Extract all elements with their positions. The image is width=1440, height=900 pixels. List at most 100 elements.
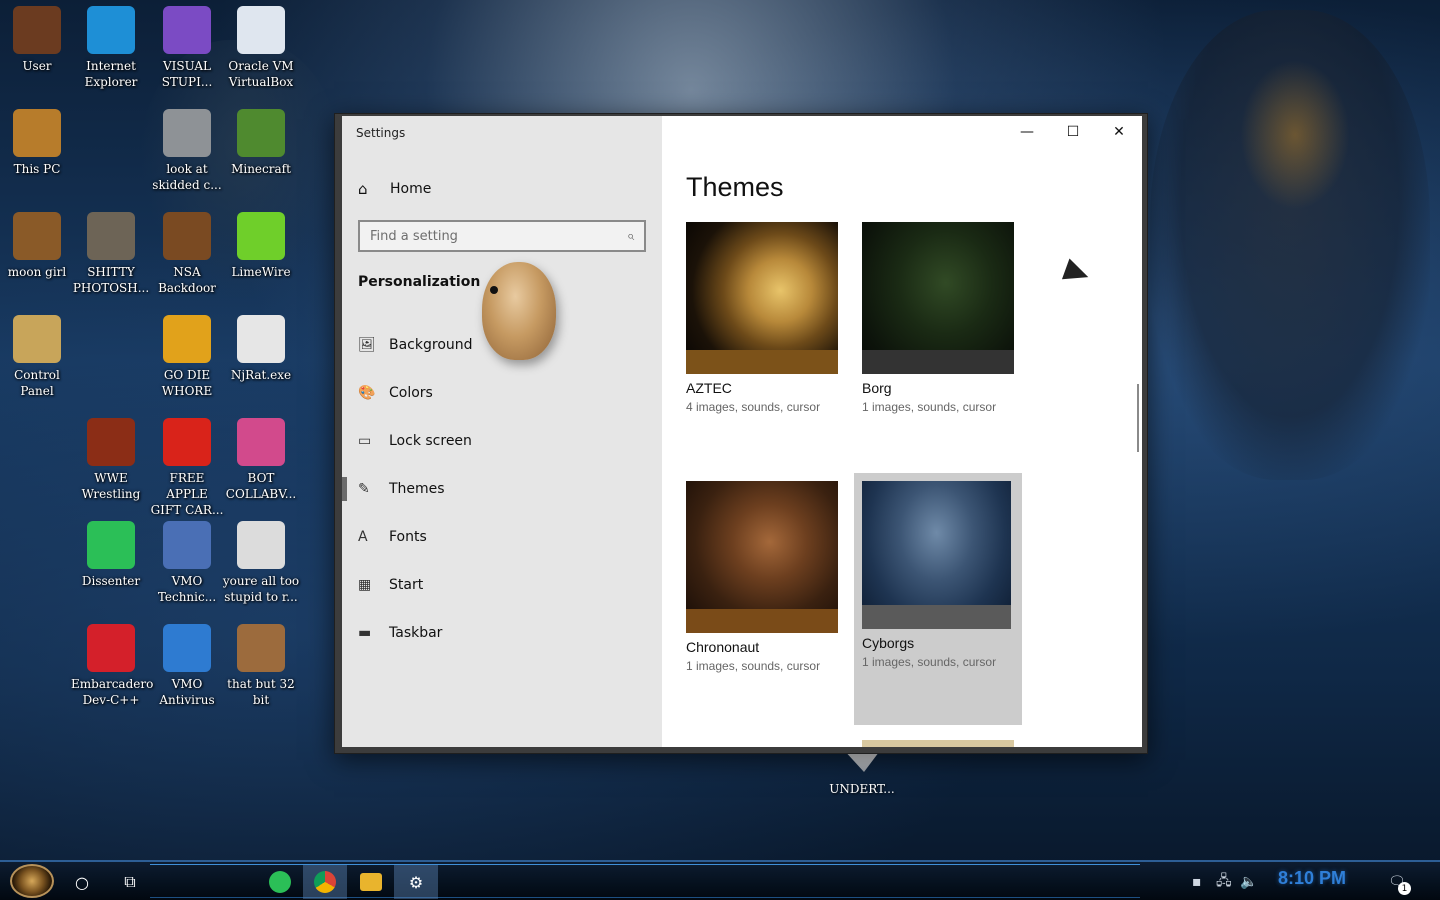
desktop-icon-apple-gift[interactable]: FREE APPLE GIFT CAR...: [147, 418, 227, 518]
network-icon[interactable]: 🖧: [1216, 870, 1240, 894]
desktop-icon-bot-collab[interactable]: BOT COLLABV...: [221, 418, 301, 502]
desktop-icon-youre-all[interactable]: youre all too stupid to r...: [221, 521, 301, 605]
limewire-icon: [237, 212, 285, 260]
desktop-icon-virtualbox[interactable]: Oracle VM VirtualBox: [221, 6, 301, 90]
desktop-icon-limewire[interactable]: LimeWire: [221, 212, 301, 280]
task-view-button[interactable]: ⧉: [108, 865, 152, 899]
desktop-icon-label: Embarcadero Dev-C++: [71, 677, 154, 707]
window-controls: — ☐ ✕: [1004, 116, 1142, 148]
taskbar-app-explorer[interactable]: [349, 865, 393, 899]
theme-thumbnail: [862, 222, 1014, 374]
clock[interactable]: 8:10 PM: [1278, 868, 1346, 889]
nav-item-lock-screen[interactable]: ▭ Lock screen: [342, 417, 662, 465]
desktop-icon-label: BOT COLLABV...: [225, 471, 297, 501]
desktop-icon-this-pc[interactable]: This PC: [0, 109, 77, 177]
doctor-icon: [163, 521, 211, 569]
desktop-icon-label: that but 32 bit: [227, 677, 295, 707]
theme-thumbnail: [686, 222, 838, 374]
desktop-icon-vmo-antivirus[interactable]: VMO Antivirus: [147, 624, 227, 708]
theme-card-aztec[interactable]: AZTEC 4 images, sounds, cursor: [686, 222, 854, 414]
search-input[interactable]: Find a setting ⌕: [358, 220, 646, 252]
desktop-icon-control-panel[interactable]: Control Panel: [0, 315, 77, 399]
settings-nav-list: 🖼 Background 🎨 Colors ▭ Lock screen ✎ Themes A Fo…: [342, 321, 662, 657]
taskbar-app-settings[interactable]: ⚙: [394, 865, 438, 899]
theme-name: AZTEC: [686, 380, 732, 396]
home-link[interactable]: ⌂ Home: [358, 180, 431, 198]
close-button[interactable]: ✕: [1096, 116, 1142, 148]
desktop-icon-minecraft[interactable]: Minecraft: [221, 109, 301, 177]
radio-icon: [87, 418, 135, 466]
desktop-icon-user[interactable]: User: [0, 6, 77, 74]
nav-item-colors[interactable]: 🎨 Colors: [342, 369, 662, 417]
desktop-icon-label: NSA Backdoor: [158, 265, 216, 295]
theme-name: Cyborgs: [862, 635, 915, 651]
scrollbar[interactable]: [1137, 384, 1139, 452]
system-tray: ▪ 🖧 🔈: [1192, 865, 1264, 899]
volume-muted-icon[interactable]: 🔈: [1240, 874, 1264, 890]
mouse-pointer-icon: [1061, 258, 1093, 288]
theme-card-partial[interactable]: [862, 740, 1014, 747]
desktop-icon-label: NjRat.exe: [230, 368, 292, 382]
home-label: Home: [390, 181, 432, 197]
settings-window: Settings ⌂ Home Find a setting ⌕ Persona…: [334, 113, 1148, 754]
page-title: Themes: [686, 172, 784, 202]
desktop-icon-dissenter[interactable]: Dissenter: [71, 521, 151, 589]
taskbar-icon: ▬: [358, 625, 372, 641]
gimp-icon: [87, 212, 135, 260]
desktop-icon-visual-studio[interactable]: VISUAL STUPI...: [147, 6, 227, 90]
search-circle-button[interactable]: ○: [60, 865, 104, 899]
taskbar-app-chrome[interactable]: [303, 865, 347, 899]
nav-item-start[interactable]: ▦ Start: [342, 561, 662, 609]
portrait-icon: [237, 521, 285, 569]
theme-card-cyborgs[interactable]: Cyborgs 1 images, sounds, cursor: [854, 473, 1022, 725]
search-placeholder: Find a setting: [370, 228, 458, 244]
nav-item-fonts[interactable]: A Fonts: [342, 513, 662, 561]
desktop-icon-label: User: [22, 59, 52, 73]
minimize-button[interactable]: —: [1004, 116, 1050, 148]
theme-card-borg[interactable]: Borg 1 images, sounds, cursor: [862, 222, 1030, 414]
desktop-icon-nsa-backdoor[interactable]: NSA Backdoor: [147, 212, 227, 296]
apple-icon: [163, 418, 211, 466]
lock-screen-icon: ▭: [358, 433, 372, 449]
theme-meta: 1 images, sounds, cursor: [686, 659, 821, 673]
theme-thumbnail: [686, 481, 838, 633]
nav-item-taskbar[interactable]: ▬ Taskbar: [342, 609, 662, 657]
desktop-icon-label: Internet Explorer: [84, 59, 138, 89]
theme-meta: 1 images, sounds, cursor: [862, 400, 997, 414]
desktop-icon-label: look at skidded c...: [152, 162, 222, 192]
theme-meta: 4 images, sounds, cursor: [686, 400, 821, 414]
lightbulb-icon: [13, 315, 61, 363]
taskbar-app-dissenter[interactable]: [258, 865, 302, 899]
theme-card-chrononaut[interactable]: Chrononaut 1 images, sounds, cursor: [686, 481, 854, 673]
desktop-icon-vmo-technic[interactable]: VMO Technic...: [147, 521, 227, 605]
desktop-icon-undert[interactable]: UNDERT...: [822, 748, 902, 797]
minecraft-icon: [237, 109, 285, 157]
file-explorer-icon: [360, 873, 382, 891]
nav-item-label: Start: [389, 577, 424, 593]
nav-item-background[interactable]: 🖼 Background: [342, 321, 662, 369]
desktop-icon-go-die[interactable]: GO DIE WHORE: [147, 315, 227, 399]
tray-app-icon[interactable]: ▪: [1192, 874, 1216, 890]
desktop-icon-wwe[interactable]: WWE Wrestling: [71, 418, 151, 502]
user-folder-icon: [13, 6, 61, 54]
desktop-icon-label: This PC: [13, 162, 61, 176]
nav-item-themes[interactable]: ✎ Themes: [342, 465, 662, 513]
maximize-button[interactable]: ☐: [1050, 116, 1096, 148]
image-icon: 🖼: [358, 337, 376, 353]
edge-icon: [87, 6, 135, 54]
themes-panel: — ☐ ✕ Themes AZTEC 4 images, sounds, cur…: [662, 116, 1142, 747]
search-icon: ⌕: [626, 228, 634, 244]
notification-badge: 1: [1398, 882, 1411, 895]
desktop-icon-embarcadero[interactable]: Embarcadero Dev-C++: [71, 624, 154, 708]
desktop-icon-moon-girl[interactable]: moon girl: [0, 212, 77, 280]
desktop-icon-internet-explorer[interactable]: Internet Explorer: [71, 6, 151, 90]
desktop-icon-njrat[interactable]: NjRat.exe: [221, 315, 301, 383]
desktop-icon-that-but[interactable]: that but 32 bit: [221, 624, 301, 708]
desktop-icon-label: moon girl: [7, 265, 67, 279]
home-icon: ⌂: [358, 180, 368, 198]
desktop-icon-shitty-photoshop[interactable]: SHITTY PHOTOSH...: [71, 212, 151, 296]
chrome-icon: [314, 871, 336, 893]
start-button[interactable]: [10, 864, 54, 898]
desktop-icon-look-at[interactable]: look at skidded c...: [147, 109, 227, 193]
desktop-icon-label: SHITTY PHOTOSH...: [72, 265, 150, 295]
